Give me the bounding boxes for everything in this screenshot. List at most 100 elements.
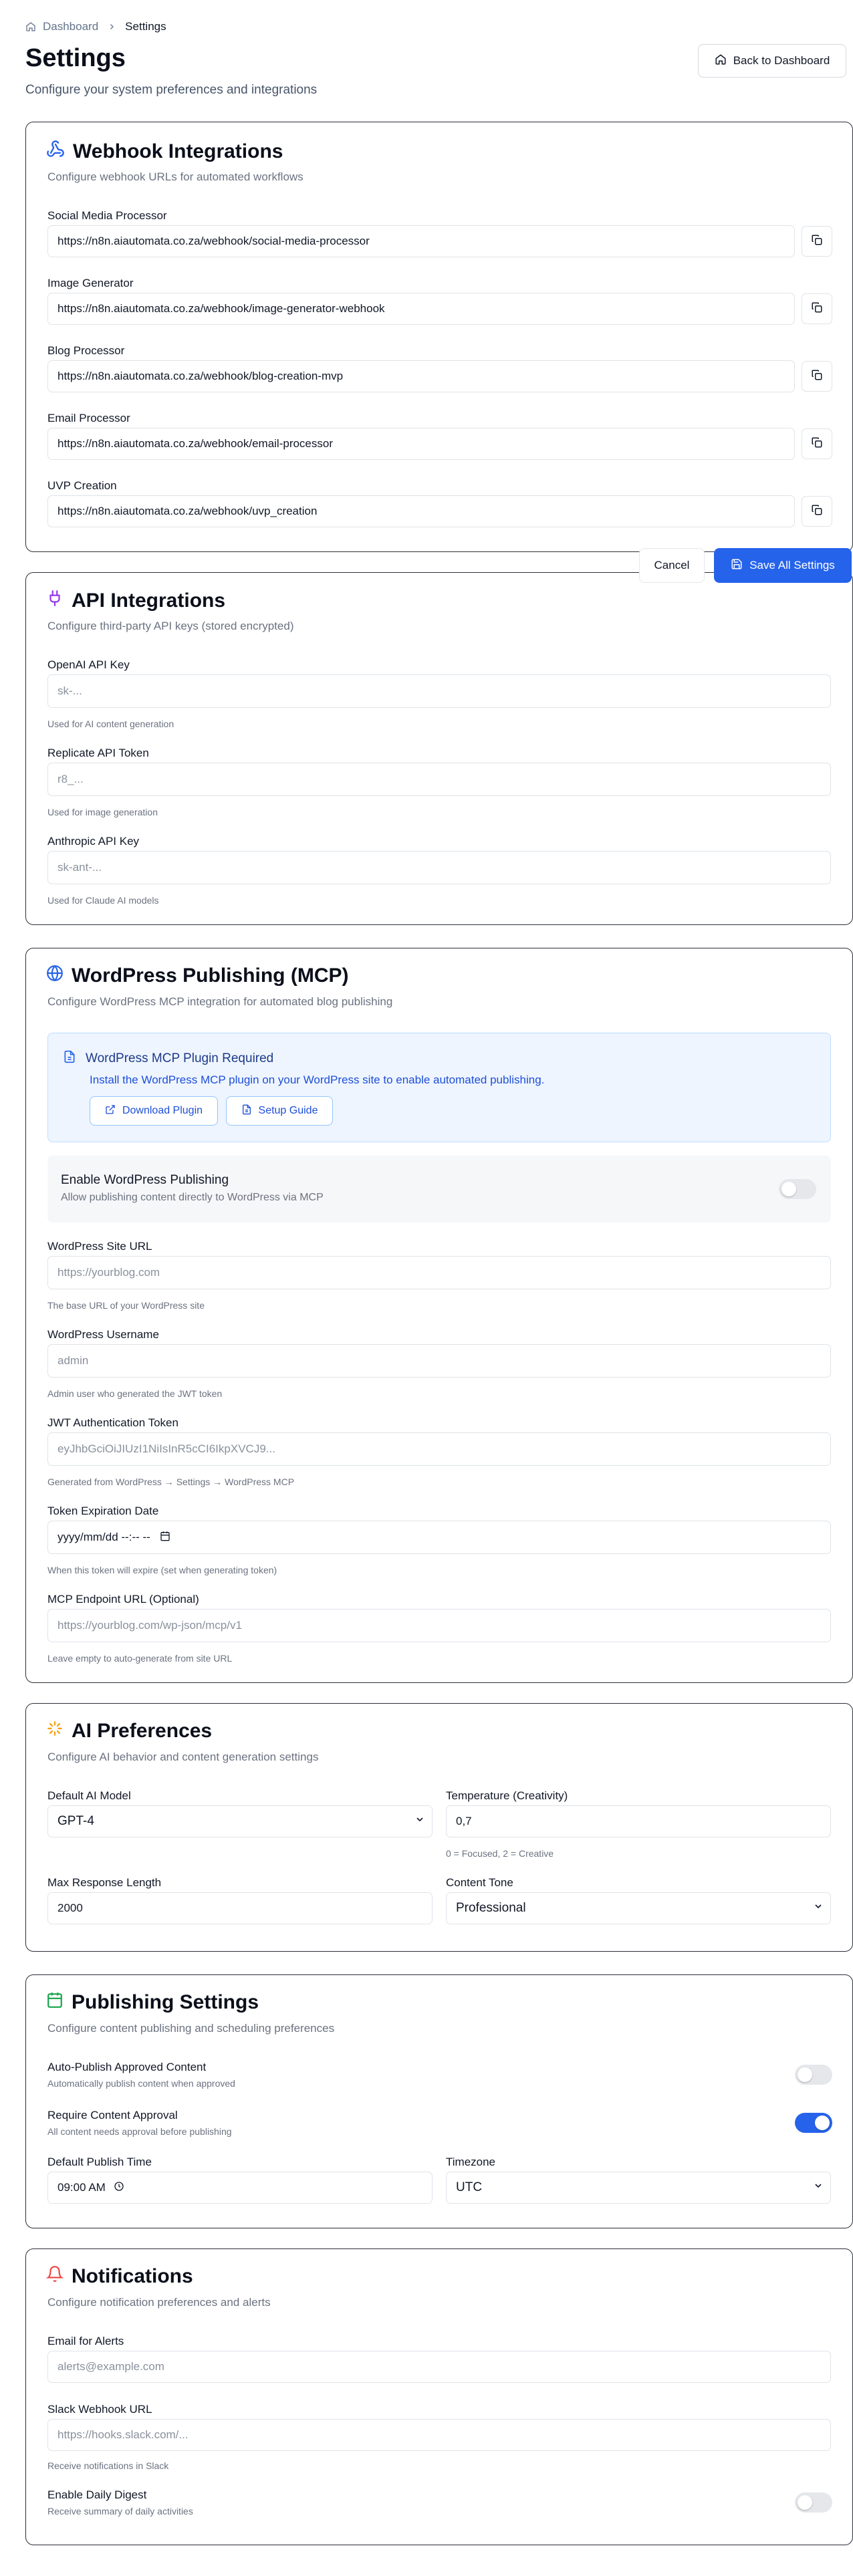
save-all-settings-button[interactable]: Save All Settings	[714, 548, 852, 583]
token-expiry-input[interactable]: yyyy/mm/dd --:-- --	[47, 1521, 831, 1554]
tone-value: Professional	[456, 1901, 526, 1915]
publishing-subtitle: Configure content publishing and schedul…	[47, 2022, 335, 2035]
home-icon	[715, 53, 727, 69]
copy-button-email[interactable]	[802, 428, 832, 459]
notice-title: WordPress MCP Plugin Required	[86, 1051, 274, 1065]
save-icon	[731, 558, 743, 573]
copy-icon	[811, 301, 823, 317]
wordpress-section-title: WordPress Publishing (MCP)	[46, 964, 348, 987]
slack-label: Slack Webhook URL	[47, 2403, 152, 2416]
require-approval-toggle[interactable]	[795, 2113, 832, 2133]
timezone-select[interactable]: UTC	[446, 2172, 831, 2204]
expiry-label: Token Expiration Date	[47, 1505, 159, 1517]
publishing-title: Publishing Settings	[72, 1991, 259, 2013]
auto-publish-title: Auto-Publish Approved Content	[47, 2061, 207, 2073]
anthropic-api-key-input[interactable]: sk-ant-...	[47, 851, 831, 884]
notifications-section-title: Notifications	[45, 2265, 193, 2288]
timezone-value: UTC	[456, 2180, 483, 2194]
notifications-card: Notifications Configure notification pre…	[25, 2248, 853, 2545]
anthropic-label: Anthropic API Key	[47, 835, 140, 848]
daily-digest-sub: Receive summary of daily activities	[47, 2506, 193, 2517]
file-icon	[241, 1104, 252, 1118]
slack-webhook-input[interactable]: https://hooks.slack.com/...	[47, 2419, 831, 2451]
copy-button-social[interactable]	[802, 226, 832, 257]
email-alerts-label: Email for Alerts	[47, 2335, 124, 2347]
api-section-title: API Integrations	[46, 589, 225, 613]
webhook-icon	[46, 140, 65, 164]
replicate-token-input[interactable]: r8_...	[47, 763, 831, 796]
copy-button-image[interactable]	[802, 293, 832, 324]
content-tone-select[interactable]: Professional	[446, 1892, 831, 1924]
cancel-button[interactable]: Cancel	[639, 548, 705, 583]
ai-title: AI Preferences	[72, 1720, 213, 1742]
max-length-label: Max Response Length	[47, 1876, 162, 1889]
model-value: GPT-4	[57, 1814, 94, 1828]
max-length-input[interactable]: 2000	[47, 1892, 433, 1924]
download-plugin-button[interactable]: Download Plugin	[90, 1096, 218, 1126]
api-title: API Integrations	[72, 590, 226, 612]
webhook-field-social[interactable]: https://n8n.aiautomata.co.za/webhook/soc…	[47, 225, 795, 257]
copy-icon	[811, 234, 823, 249]
notice-text: Install the WordPress MCP plugin on your…	[90, 1073, 545, 1086]
replicate-help: Used for image generation	[47, 807, 158, 817]
webhook-field-blog[interactable]: https://n8n.aiautomata.co.za/webhook/blo…	[47, 360, 795, 392]
endpoint-input[interactable]: https://yourblog.com/wp-json/mcp/v1	[47, 1609, 831, 1642]
wordpress-title: WordPress Publishing (MCP)	[72, 964, 349, 987]
ai-preferences-card: AI Preferences Configure AI behavior and…	[25, 1703, 853, 1952]
globe-icon	[46, 964, 64, 987]
publish-time-label: Default Publish Time	[47, 2156, 152, 2168]
webhook-field-uvp[interactable]: https://n8n.aiautomata.co.za/webhook/uvp…	[47, 495, 795, 527]
chevron-down-icon	[414, 1814, 425, 1829]
breadcrumb-current: Settings	[125, 20, 166, 33]
webhook-integrations-card: Webhook Integrations Configure webhook U…	[25, 122, 853, 552]
copy-button-uvp[interactable]	[802, 496, 832, 527]
breadcrumb-home-link[interactable]: Dashboard	[43, 20, 98, 33]
enable-wordpress-toggle[interactable]	[779, 1179, 816, 1199]
calendar-icon	[160, 1531, 170, 1545]
jwt-token-input[interactable]: eyJhbGciOiJIUzI1NiIsInR5cCI6IkpXVCJ9...	[47, 1432, 831, 1466]
temperature-help: 0 = Focused, 2 = Creative	[446, 1848, 554, 1859]
publishing-settings-card: Publishing Settings Configure content pu…	[25, 1974, 853, 2228]
wordpress-publishing-card: WordPress Publishing (MCP) Configure Wor…	[25, 948, 853, 1683]
chevron-down-icon	[813, 1901, 824, 1916]
notifications-title: Notifications	[72, 2265, 193, 2287]
ai-section-title: AI Preferences	[46, 1720, 212, 1743]
copy-button-blog[interactable]	[802, 361, 832, 392]
site-url-label: WordPress Site URL	[47, 1240, 152, 1253]
ai-model-select[interactable]: GPT-4	[47, 1805, 433, 1837]
notice-title-row: WordPress MCP Plugin Required	[63, 1049, 273, 1068]
openai-api-key-input[interactable]: sk-...	[47, 674, 831, 708]
username-help: Admin user who generated the JWT token	[47, 1388, 223, 1399]
tone-label: Content Tone	[446, 1876, 513, 1889]
back-to-dashboard-button[interactable]: Back to Dashboard	[698, 44, 846, 78]
sparkles-icon	[46, 1720, 64, 1743]
download-plugin-label: Download Plugin	[122, 1105, 203, 1116]
email-alerts-input[interactable]: alerts@example.com	[47, 2351, 831, 2383]
daily-digest-toggle[interactable]	[795, 2492, 832, 2513]
webhook-field-email[interactable]: https://n8n.aiautomata.co.za/webhook/ema…	[47, 428, 795, 460]
setup-guide-label: Setup Guide	[258, 1105, 318, 1116]
publishing-section-title: Publishing Settings	[46, 1991, 259, 2014]
replicate-label: Replicate API Token	[47, 747, 149, 759]
site-url-help: The base URL of your WordPress site	[47, 1300, 205, 1311]
require-approval-title: Require Content Approval	[47, 2109, 178, 2121]
temperature-input[interactable]: 0,7	[446, 1805, 831, 1837]
site-url-input[interactable]: https://yourblog.com	[47, 1256, 831, 1289]
auto-publish-toggle[interactable]	[795, 2065, 832, 2085]
publish-time-value: 09:00 AM	[57, 2181, 106, 2194]
notifications-subtitle: Configure notification preferences and a…	[47, 2296, 271, 2309]
model-label: Default AI Model	[47, 1789, 131, 1802]
enable-wordpress-row: Enable WordPress Publishing Allow publis…	[47, 1156, 831, 1222]
temperature-label: Temperature (Creativity)	[446, 1789, 568, 1802]
username-input[interactable]: admin	[47, 1344, 831, 1378]
endpoint-label: MCP Endpoint URL (Optional)	[47, 1593, 199, 1605]
jwt-label: JWT Authentication Token	[47, 1416, 178, 1429]
cancel-label: Cancel	[654, 559, 690, 571]
endpoint-help: Leave empty to auto-generate from site U…	[47, 1653, 233, 1664]
webhook-field-image[interactable]: https://n8n.aiautomata.co.za/webhook/ima…	[47, 293, 795, 325]
file-icon	[63, 1049, 76, 1068]
setup-guide-button[interactable]: Setup Guide	[226, 1096, 333, 1126]
enable-wordpress-sub: Allow publishing content directly to Wor…	[61, 1192, 324, 1203]
clock-icon	[114, 2181, 124, 2195]
publish-time-input[interactable]: 09:00 AM	[47, 2172, 433, 2204]
